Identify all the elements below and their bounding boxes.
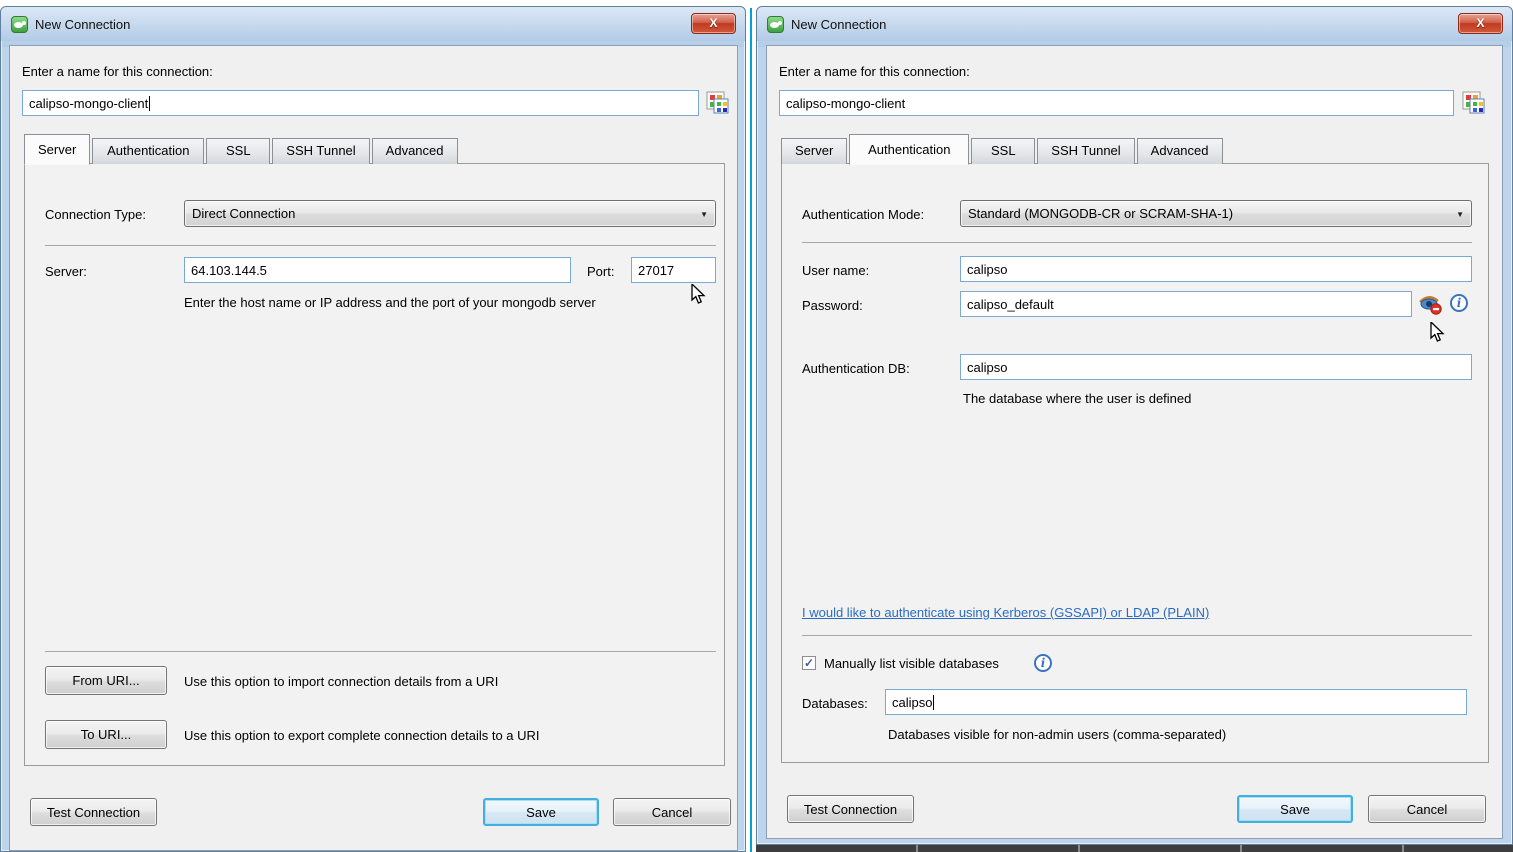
separator [802, 242, 1472, 243]
connection-color-picker-icon[interactable] [704, 90, 731, 117]
mouse-cursor [691, 284, 709, 309]
test-connection-button[interactable]: Test Connection [30, 798, 157, 826]
username-label: User name: [802, 263, 869, 278]
from-uri-help-text: Use this option to import connection det… [184, 674, 498, 689]
connection-type-value: Direct Connection [192, 206, 295, 221]
reveal-password-icon[interactable] [1418, 293, 1444, 318]
tab-bar: Server Authentication SSL SSH Tunnel Adv… [781, 133, 1223, 164]
databases-help-text: Databases visible for non-admin users (c… [888, 727, 1226, 742]
connection-name-label: Enter a name for this connection: [779, 64, 970, 79]
connection-name-value: calipso-mongo-client [786, 96, 905, 111]
chevron-down-icon: ▼ [1456, 210, 1464, 219]
to-uri-button[interactable]: To URI... [45, 720, 167, 749]
manual-list-checkbox[interactable]: ✓ [802, 656, 816, 670]
server-label: Server: [45, 264, 87, 279]
connection-type-label: Connection Type: [45, 207, 146, 222]
connection-type-select[interactable]: Direct Connection ▼ [184, 200, 716, 227]
manual-list-info-icon[interactable]: i [1034, 654, 1052, 672]
authentication-tab-panel: Authentication Mode: Standard (MONGODB-C… [781, 163, 1489, 763]
tab-authentication[interactable]: Authentication [92, 138, 204, 164]
databases-label: Databases: [802, 696, 868, 711]
tab-advanced[interactable]: Advanced [1137, 138, 1223, 164]
desktop: New Connection X Enter a name for this c… [0, 0, 1513, 852]
password-label: Password: [802, 298, 863, 313]
auth-mode-value: Standard (MONGODB-CR or SCRAM-SHA-1) [968, 206, 1233, 221]
robomongo-app-icon [11, 16, 28, 33]
connection-name-input[interactable]: calipso-mongo-client [22, 90, 699, 116]
server-tab-panel: Connection Type: Direct Connection ▼ Ser… [24, 163, 725, 766]
password-input[interactable]: calipso_default [960, 291, 1412, 317]
background-window-edge [750, 8, 752, 852]
auth-db-label: Authentication DB: [802, 361, 910, 376]
separator [45, 245, 716, 246]
save-button[interactable]: Save [483, 798, 599, 826]
connection-name-value: calipso-mongo-client [29, 96, 148, 111]
mouse-cursor [1430, 322, 1448, 347]
tab-server[interactable]: Server [781, 138, 847, 164]
tab-advanced[interactable]: Advanced [372, 138, 458, 164]
tab-ssh-tunnel[interactable]: SSH Tunnel [1037, 138, 1134, 164]
databases-value: calipso [892, 695, 932, 710]
tab-ssl[interactable]: SSL [971, 138, 1035, 164]
dialog-body: Enter a name for this connection: calips… [9, 45, 738, 851]
password-info-icon[interactable]: i [1450, 294, 1468, 312]
connection-name-label: Enter a name for this connection: [22, 64, 213, 79]
connection-color-picker-icon[interactable] [1460, 90, 1487, 117]
auth-mode-select[interactable]: Standard (MONGODB-CR or SCRAM-SHA-1) ▼ [960, 200, 1472, 227]
server-help-text: Enter the host name or IP address and th… [184, 295, 596, 310]
text-caret [933, 695, 934, 710]
port-value: 27017 [638, 263, 674, 278]
cancel-button[interactable]: Cancel [613, 798, 731, 826]
auth-db-help-text: The database where the user is defined [963, 391, 1191, 406]
connection-name-input[interactable]: calipso-mongo-client [779, 90, 1454, 116]
cancel-button[interactable]: Cancel [1368, 795, 1486, 823]
separator [45, 651, 716, 652]
username-value: calipso [967, 262, 1007, 277]
server-input[interactable]: 64.103.144.5 [184, 257, 571, 283]
port-input[interactable]: 27017 [631, 257, 716, 283]
username-input[interactable]: calipso [960, 256, 1472, 282]
dialog-body: Enter a name for this connection: calips… [766, 45, 1503, 839]
titlebar[interactable]: New Connection [757, 7, 1512, 41]
new-connection-dialog-left: New Connection X Enter a name for this c… [0, 6, 746, 852]
separator [802, 635, 1472, 636]
to-uri-help-text: Use this option to export complete conne… [184, 728, 540, 743]
close-icon[interactable]: X [691, 13, 736, 34]
kerberos-ldap-link[interactable]: I would like to authenticate using Kerbe… [802, 605, 1209, 620]
close-icon[interactable]: X [1458, 13, 1503, 34]
server-value: 64.103.144.5 [191, 263, 267, 278]
save-button[interactable]: Save [1237, 795, 1353, 823]
text-caret [149, 96, 150, 111]
from-uri-button[interactable]: From URI... [45, 666, 167, 695]
window-title: New Connection [35, 17, 130, 32]
tab-bar: Server Authentication SSL SSH Tunnel Adv… [24, 133, 458, 164]
window-title: New Connection [791, 17, 886, 32]
test-connection-button[interactable]: Test Connection [787, 795, 914, 823]
tab-authentication[interactable]: Authentication [849, 134, 969, 165]
password-value: calipso_default [967, 297, 1054, 312]
auth-db-value: calipso [967, 360, 1007, 375]
auth-db-input[interactable]: calipso [960, 354, 1472, 380]
port-label: Port: [587, 264, 614, 279]
titlebar[interactable]: New Connection [1, 7, 745, 41]
manual-list-label: Manually list visible databases [824, 656, 999, 671]
chevron-down-icon: ▼ [700, 210, 708, 219]
new-connection-dialog-right: New Connection X Enter a name for this c… [756, 6, 1513, 845]
tab-ssh-tunnel[interactable]: SSH Tunnel [272, 138, 369, 164]
robomongo-app-icon [767, 16, 784, 33]
databases-input[interactable]: calipso [885, 689, 1467, 715]
tab-ssl[interactable]: SSL [206, 138, 270, 164]
auth-mode-label: Authentication Mode: [802, 207, 924, 222]
tab-server[interactable]: Server [24, 134, 90, 165]
